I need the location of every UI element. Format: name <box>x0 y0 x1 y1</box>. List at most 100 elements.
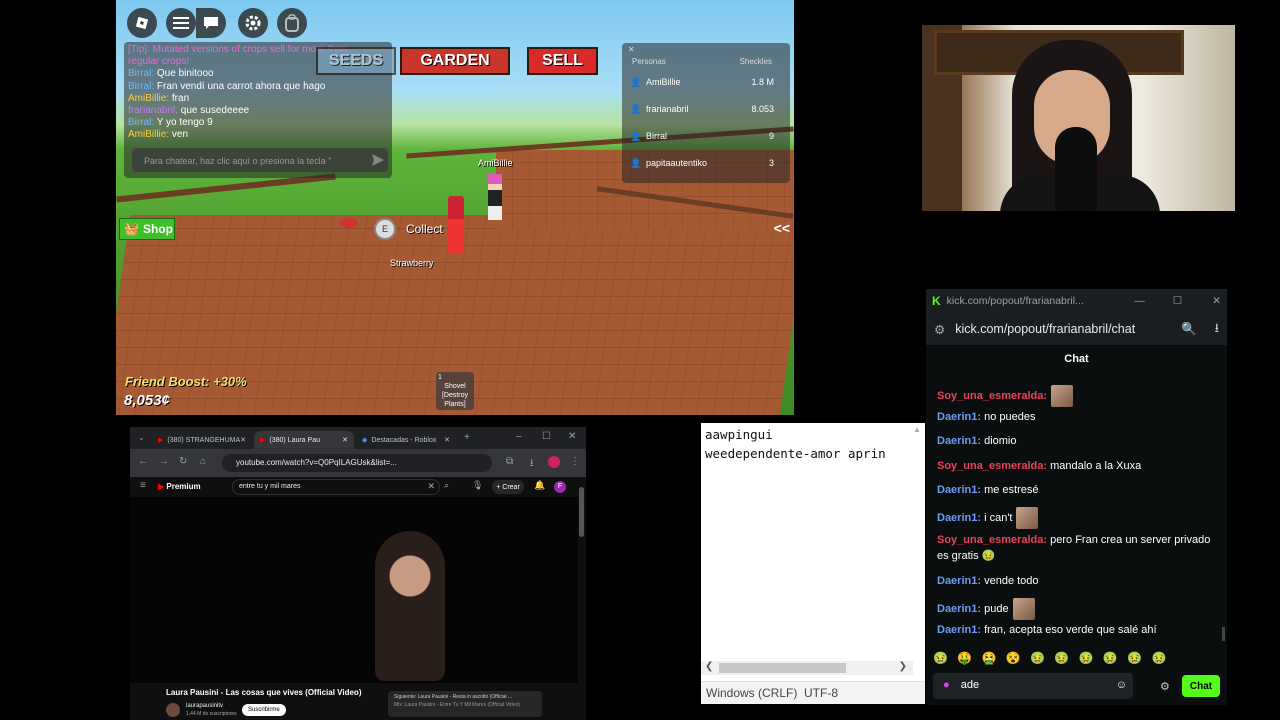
player-avatar-amibillie[interactable] <box>488 174 502 220</box>
maximize-icon[interactable]: ☐ <box>1173 295 1182 307</box>
hotbar-slot-shovel[interactable]: 1 Shovel [Destroy Plants] <box>436 372 474 410</box>
roblox-logo-icon <box>135 16 149 30</box>
youtube-search-input[interactable]: entre tu y mil mares ✕ <box>232 479 440 495</box>
editor-text-area[interactable]: aawpingui weedependente-amor aprin <box>701 423 925 465</box>
leaderboard-row[interactable]: 👤 papitaautentiko 3 <box>630 158 782 172</box>
scrollbar-thumb[interactable] <box>719 663 846 673</box>
kick-chat-text: vende todo <box>981 575 1039 587</box>
horizontal-scrollbar[interactable]: ❮ ❯ <box>701 661 913 675</box>
home-icon[interactable]: ⌂ <box>200 456 206 467</box>
leaderboard-row[interactable]: 👤 AmiBillie 1.8 M <box>630 77 782 91</box>
scroll-left-arrow[interactable]: ❮ <box>705 661 713 672</box>
leaderboard-row[interactable]: 👤 frarianabril 8.053 <box>630 104 782 118</box>
minimize-icon[interactable]: – <box>516 431 522 442</box>
chat-settings-icon[interactable]: ⚙ <box>1160 680 1170 693</box>
hamburger-icon[interactable]: ≡ <box>140 480 146 491</box>
close-icon[interactable]: ✕ <box>628 45 635 54</box>
chat-text: regular crops! <box>128 56 190 68</box>
search-icon[interactable]: 🔍 <box>1181 322 1197 337</box>
close-tab-icon[interactable]: ✕ <box>444 436 450 444</box>
download-icon[interactable]: ⭳ <box>1215 319 1219 340</box>
roblox-game-window[interactable]: [Tip]: Mutated versions of crops sell fo… <box>116 0 794 415</box>
address-bar[interactable]: youtube.com/watch?v=Q0PqILAGUsk&list=... <box>222 454 492 472</box>
forward-icon[interactable]: → <box>159 456 169 467</box>
player-avatar-self[interactable] <box>448 196 464 254</box>
send-chat-button[interactable]: Chat <box>1182 675 1220 697</box>
collect-label: Collect <box>406 222 443 236</box>
emote-bar[interactable]: 🤢 🤑 🤮 😵 🤢 🤢 🤢 🤢 🤢 🤢 <box>933 651 1169 665</box>
kick-chat-username[interactable]: Daerin1: <box>937 484 981 496</box>
page-scrollbar[interactable] <box>579 487 584 537</box>
kick-chat-message: Daerin1: fran, acepta eso verde que salé… <box>937 622 1217 638</box>
reload-icon[interactable]: ↻ <box>179 456 187 467</box>
kick-url[interactable]: kick.com/popout/frarianabril/chat <box>955 322 1135 336</box>
kick-chat-username[interactable]: Daerin1: <box>937 624 981 636</box>
editor-status-bar: Windows (CRLF) UTF-8 <box>701 681 925 704</box>
youtube-icon: ▶ <box>158 437 164 444</box>
close-tab-icon[interactable]: ✕ <box>240 436 246 444</box>
notifications-icon[interactable]: 🔔 <box>534 480 545 491</box>
roblox-menu-button[interactable] <box>127 8 157 38</box>
minimize-icon[interactable]: — <box>1134 295 1145 307</box>
scroll-right-arrow[interactable]: ❯ <box>899 661 907 672</box>
seeds-button[interactable]: SEEDS <box>316 47 396 75</box>
send-icon[interactable] <box>372 154 384 166</box>
back-icon[interactable]: ← <box>138 456 148 467</box>
close-icon[interactable]: ✕ <box>1212 295 1221 307</box>
collect-key-button[interactable]: E <box>374 218 396 240</box>
kebab-menu-icon[interactable]: ⋮ <box>570 456 580 467</box>
clear-search-icon[interactable]: ✕ <box>427 481 435 492</box>
kick-chat-username[interactable]: Daerin1: <box>937 603 981 615</box>
chat-toggle-button[interactable] <box>196 8 226 38</box>
hamburger-menu-button[interactable] <box>166 8 196 38</box>
tab-roblox[interactable]: ◆ Destacadas - Roblox ✕ <box>356 431 456 449</box>
chat-input[interactable]: Para chatear, haz clic aquí o presiona l… <box>132 148 388 172</box>
kick-chat-username[interactable]: Soy_una_esmeralda: <box>937 390 1047 402</box>
kick-chat-input[interactable]: ● ade ☺ <box>933 673 1133 699</box>
chat-scrollbar[interactable] <box>1222 627 1225 641</box>
garden-button[interactable]: GARDEN <box>400 47 510 75</box>
new-tab-icon[interactable]: + <box>464 432 470 443</box>
emoji-icon[interactable]: ☺ <box>1116 679 1127 691</box>
search-icon[interactable]: ⌕ <box>444 480 449 491</box>
channel-name[interactable]: laurapausinitv <box>186 703 223 709</box>
kick-chat-username[interactable]: Daerin1: <box>937 512 981 524</box>
tab-laura-pausini[interactable]: ▶ (380) Laura Pau ✕ <box>254 431 354 449</box>
extensions-icon[interactable]: ⧉ <box>506 456 513 467</box>
settings-button[interactable] <box>238 8 268 38</box>
crop-label: Strawberry <box>390 258 434 268</box>
maximize-icon[interactable]: ☐ <box>542 431 551 442</box>
profile-avatar[interactable] <box>548 456 560 468</box>
leaderboard-row[interactable]: 👤 Birral 9 <box>630 131 782 145</box>
kick-logo-icon: K <box>932 294 941 308</box>
notepad-window[interactable]: aawpingui weedependente-amor aprin ▲ ❮ ❯ … <box>701 423 925 704</box>
kick-chat-username[interactable]: Daerin1: <box>937 435 981 447</box>
player-icon: 👤 <box>630 77 642 87</box>
close-tab-icon[interactable]: ✕ <box>342 436 348 444</box>
next-video-card[interactable]: Siguiente: Laura Pausini - Resta in asco… <box>388 691 542 717</box>
video-player[interactable] <box>130 497 578 683</box>
mic-icon[interactable]: ● <box>943 679 950 691</box>
kick-chat-username[interactable]: Soy_una_esmeralda: <box>937 534 1047 546</box>
kick-chat-username[interactable]: Daerin1: <box>937 411 981 423</box>
sell-button[interactable]: SELL <box>527 47 598 75</box>
backpack-button[interactable] <box>277 8 307 38</box>
download-icon[interactable]: ⭳ <box>530 456 534 473</box>
voice-search-icon[interactable]: 🎙 <box>472 480 483 491</box>
site-settings-icon[interactable]: ⚙ <box>934 322 945 337</box>
tab-search-icon[interactable]: ⌄ <box>138 433 145 442</box>
subscribe-button[interactable]: Suscribirme <box>242 704 286 716</box>
create-button[interactable]: + Crear <box>492 480 524 494</box>
account-avatar[interactable]: F <box>554 481 566 493</box>
chat-text: ven <box>169 129 189 141</box>
channel-avatar[interactable] <box>166 703 180 717</box>
tab-strip: ⌄ ▶ (380) STRANGEHUMA ✕ ▶ (380) Laura Pau … <box>130 427 586 449</box>
kick-chat-username[interactable]: Soy_una_esmeralda: <box>937 460 1047 472</box>
kick-chat-username[interactable]: Daerin1: <box>937 575 981 587</box>
youtube-logo[interactable]: ▶ Premium <box>158 482 201 491</box>
tab-strangehuman[interactable]: ▶ (380) STRANGEHUMA ✕ <box>152 431 252 449</box>
scroll-up-arrow[interactable]: ▲ <box>913 425 921 434</box>
shop-button[interactable]: 🧺 Shop <box>119 218 175 240</box>
close-icon[interactable]: ✕ <box>568 431 576 442</box>
toggle-panel-button[interactable]: << <box>774 220 790 236</box>
